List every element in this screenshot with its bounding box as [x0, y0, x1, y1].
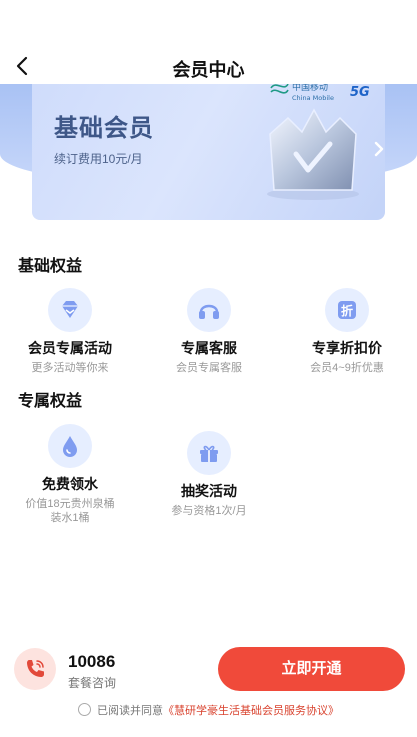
- benefit-lottery[interactable]: 抽奖活动 参与资格1次/月: [140, 431, 278, 518]
- basic-benefits-title: 基础权益: [18, 258, 83, 275]
- crown-icon: [267, 108, 359, 200]
- svg-text:5G: 5G: [350, 85, 370, 100]
- svg-text:China Mobile: China Mobile: [292, 94, 334, 102]
- renewal-fee-text: 续订费用10元/月: [54, 152, 143, 166]
- svg-text:折: 折: [341, 303, 353, 318]
- top-bar: 会员中心: [0, 0, 417, 84]
- open-membership-button[interactable]: 立即开通: [218, 647, 405, 691]
- gift-icon: [187, 431, 231, 475]
- benefit-free-water[interactable]: 免费领水 价值18元贵州泉桶装水1桶: [1, 424, 139, 525]
- svg-text:中国移动: 中国移动: [292, 84, 328, 93]
- benefit-discount[interactable]: 折 专享折扣价 会员4~9折优惠: [278, 288, 416, 375]
- agreement-prefix: 已阅读并同意: [97, 705, 163, 717]
- benefit-desc: 会员专属客服: [176, 362, 242, 374]
- water-drop-icon: [48, 424, 92, 468]
- benefit-name: 免费领水: [42, 476, 98, 492]
- membership-card[interactable]: 中国移动 China Mobile 5G 基础会员 续订费用10元/月: [32, 84, 385, 220]
- agree-radio[interactable]: [78, 703, 91, 716]
- exclusive-benefits-title: 专属权益: [18, 393, 83, 410]
- agreement-link[interactable]: 《慧研学豪生活基础会员服务协议》: [163, 705, 339, 717]
- discount-tag-icon: 折: [325, 288, 369, 332]
- page-title: 会员中心: [172, 60, 245, 80]
- benefit-name: 抽奖活动: [181, 483, 237, 499]
- china-mobile-logo: 中国移动 China Mobile 5G: [270, 84, 370, 102]
- benefit-desc: 价值18元贵州泉桶装水1桶: [25, 498, 115, 524]
- hotline-label: 套餐咨询: [68, 676, 117, 690]
- chevron-right-icon[interactable]: [372, 140, 386, 158]
- benefit-name: 会员专属活动: [28, 340, 112, 356]
- benefit-desc: 更多活动等你来: [31, 362, 109, 374]
- benefit-name: 专享折扣价: [312, 340, 382, 356]
- phone-icon[interactable]: [14, 648, 56, 690]
- benefit-desc: 会员4~9折优惠: [310, 362, 384, 374]
- benefit-exclusive-service[interactable]: 专属客服 会员专属客服: [140, 288, 278, 375]
- benefit-desc: 参与资格1次/月: [171, 505, 247, 517]
- hotline-number[interactable]: 10086: [68, 652, 115, 672]
- diamond-icon: [48, 288, 92, 332]
- headset-icon: [187, 288, 231, 332]
- agreement-row: 已阅读并同意《慧研学豪生活基础会员服务协议》: [78, 702, 339, 718]
- benefit-member-activity[interactable]: 会员专属活动 更多活动等你来: [1, 288, 139, 375]
- membership-level-title: 基础会员: [54, 115, 154, 142]
- benefit-name: 专属客服: [181, 340, 237, 356]
